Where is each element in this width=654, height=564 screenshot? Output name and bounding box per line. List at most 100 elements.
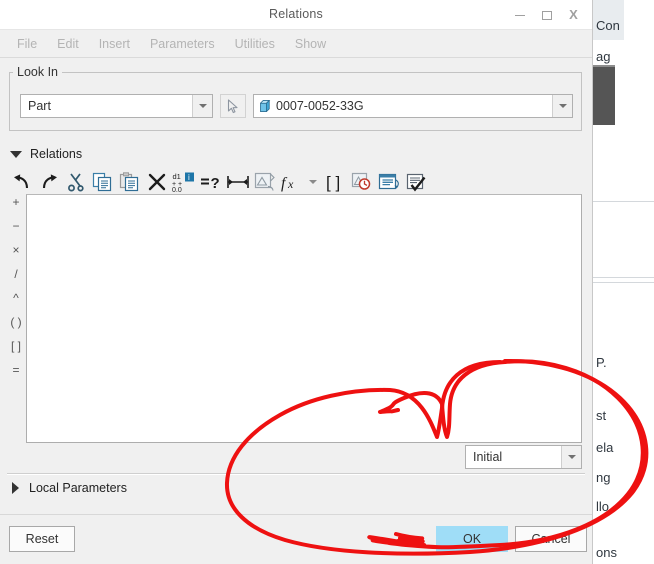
redo-icon [42, 174, 57, 189]
operator-parentheses[interactable]: ( ) [5, 312, 27, 332]
look-in-type-value: Part [28, 99, 51, 113]
maximize-button[interactable] [532, 0, 561, 29]
close-x-icon [148, 173, 165, 191]
equals-question-icon: ? [200, 175, 219, 191]
chevron-down-icon[interactable] [192, 95, 212, 117]
menu-item-show[interactable]: Show [285, 37, 336, 51]
relations-toolbar: d1 + + 0.0 i ? f x [] [8, 168, 429, 196]
menu-item-utilities[interactable]: Utilities [225, 37, 285, 51]
unit-conversion-icon [254, 172, 275, 191]
operator-buttons-column: + − × / ^ ( ) [ ] = [5, 192, 27, 384]
functions-dropdown-button[interactable] [305, 169, 321, 195]
svg-text:f: f [281, 175, 288, 192]
chevron-down-icon[interactable] [561, 446, 581, 468]
maximize-icon [541, 11, 552, 21]
section-divider [7, 473, 585, 475]
relations-section-label: Relations [30, 147, 83, 161]
cancel-button[interactable]: Cancel [515, 526, 587, 552]
look-in-row: Part 0007-0052-33G [20, 94, 573, 118]
operator-divide[interactable]: / [5, 264, 27, 284]
relation-scope-combo[interactable]: Initial [465, 445, 582, 469]
menu-item-edit[interactable]: Edit [47, 37, 89, 51]
insert-parentheses-button[interactable]: [ ] [321, 169, 348, 195]
dimension-icon [226, 176, 249, 188]
operator-brackets[interactable]: [ ] [5, 336, 27, 356]
bg-dark-block [593, 67, 615, 125]
bg-text-fragment: ela [596, 440, 614, 455]
svg-text:d1: d1 [173, 172, 181, 181]
operator-multiply[interactable]: × [5, 240, 27, 260]
bg-divider-1 [593, 201, 654, 202]
chevron-right-icon[interactable] [12, 482, 19, 494]
verify-check-icon [406, 173, 425, 192]
reset-button[interactable]: Reset [9, 526, 75, 552]
bg-text-fragment: P. [596, 355, 607, 370]
look-in-legend: Look In [13, 65, 63, 79]
local-parameters-label: Local Parameters [29, 481, 127, 495]
redo-button[interactable] [35, 169, 62, 195]
menu-item-file[interactable]: File [7, 37, 47, 51]
cursor-arrow-icon [227, 98, 238, 113]
history-clock-icon [351, 172, 370, 190]
chevron-down-glyph [567, 455, 576, 459]
svg-text:0.0: 0.0 [172, 187, 182, 193]
insert-from-list-button[interactable] [375, 169, 402, 195]
operator-equals[interactable]: = [5, 360, 27, 380]
parentheses-icon: [ ] [326, 173, 340, 192]
chevron-down-icon [309, 180, 317, 184]
part-cube-icon [260, 100, 271, 112]
ok-button[interactable]: OK [436, 526, 508, 552]
relations-editor[interactable] [26, 194, 582, 443]
set-decimal-places-button[interactable]: d1 + + 0.0 i [170, 169, 197, 195]
svg-text:[ ]: [ ] [326, 173, 340, 192]
select-pick-button[interactable] [220, 94, 246, 118]
bg-text-fragment: ng [596, 470, 611, 485]
menu-item-parameters[interactable]: Parameters [140, 37, 225, 51]
bg-text-fragment: llo [596, 499, 610, 514]
unit-conversion-button[interactable] [251, 169, 278, 195]
svg-text:?: ? [210, 175, 219, 191]
operator-power[interactable]: ^ [5, 288, 27, 308]
decimal-places-icon: d1 + + 0.0 i [172, 172, 194, 193]
bg-text-fragment: Con [596, 18, 620, 33]
verify-check-button[interactable] [402, 169, 429, 195]
minimize-button[interactable] [505, 0, 534, 29]
fx-icon: f x [281, 175, 294, 192]
bg-text-fragment: ons [596, 545, 617, 560]
chevron-down-glyph [198, 104, 207, 108]
window-title: Relations [269, 7, 323, 21]
footer-divider [0, 514, 592, 515]
paste-button[interactable] [116, 169, 143, 195]
local-parameters-section-header[interactable]: Local Parameters [12, 481, 127, 495]
svg-text:x: x [287, 177, 294, 191]
chevron-down-icon[interactable] [10, 150, 22, 158]
insert-measurement-button[interactable] [224, 169, 251, 195]
delete-button[interactable] [143, 169, 170, 195]
relations-dialog: Relations X File Edit Insert Parameters … [0, 0, 593, 564]
chevron-down-icon[interactable] [552, 95, 572, 117]
close-button[interactable]: X [559, 0, 588, 29]
look-in-object-combo[interactable]: 0007-0052-33G [253, 94, 573, 118]
operator-minus[interactable]: − [5, 216, 27, 236]
relation-history-button[interactable] [348, 169, 375, 195]
operator-plus[interactable]: + [5, 192, 27, 212]
paste-icon [119, 172, 139, 192]
minimize-icon [514, 15, 525, 17]
verify-relations-button[interactable]: ? [197, 169, 224, 195]
svg-text:i: i [188, 173, 190, 182]
title-bar: Relations X [0, 0, 592, 30]
bg-divider-3 [593, 282, 654, 283]
functions-button[interactable]: f x [278, 169, 305, 195]
undo-icon [13, 174, 28, 189]
menu-bar: File Edit Insert Parameters Utilities Sh… [0, 30, 592, 58]
look-in-type-combo[interactable]: Part [20, 94, 213, 118]
bg-text-fragment: st [596, 408, 607, 423]
copy-button[interactable] [89, 169, 116, 195]
cut-button[interactable] [62, 169, 89, 195]
bg-text-fragment: ag [596, 49, 611, 64]
list-insert-icon [378, 173, 399, 190]
relations-section-header[interactable]: Relations [10, 147, 82, 161]
bg-divider-2 [593, 277, 654, 278]
scissors-icon [67, 173, 84, 192]
menu-item-insert[interactable]: Insert [89, 37, 140, 51]
